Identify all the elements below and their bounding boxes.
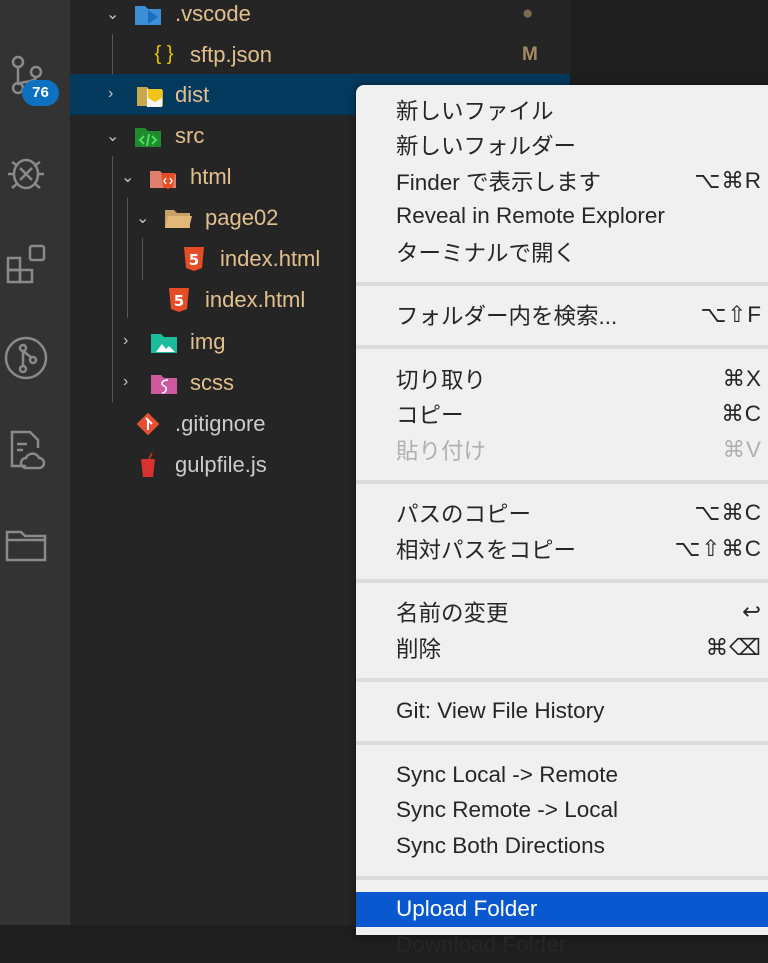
menu-shortcut: ⌘⌫ [705,634,762,660]
menu-separator [356,741,768,745]
chevron-down-icon: ⌄ [136,210,150,227]
label: page02 [205,204,279,230]
label: Sync Remote -> Local [396,797,618,823]
label: フォルダー内を検索... [396,304,618,330]
menu-separator [356,677,768,682]
label: ターミナルで開く [396,240,577,266]
label: .vscode [175,0,251,26]
activity-bar: 76 [0,0,70,925]
label: gulpfile.js [175,451,267,477]
menu-item-rename[interactable]: 名前の変更 ↩ [356,595,768,631]
label: 相対パスをコピー [396,537,577,563]
folder-icon[interactable] [4,522,48,566]
menu-item-git-file-history[interactable]: Git: View File History [356,694,768,730]
label: M [522,43,538,65]
vscode-folder-icon [134,1,162,27]
label: 名前の変更 [396,601,509,627]
menu-separator [356,479,768,484]
debug-icon[interactable] [4,150,48,194]
menu-item-copy-relative-path[interactable]: 相対パスをコピー ⌥⇧⌘C [356,531,768,567]
label: scss [190,369,234,395]
extensions-icon[interactable] [4,242,48,286]
menu-shortcut: ⌘V [722,436,762,462]
menu-shortcut: ⌥⌘C [694,500,762,526]
menu-shortcut: ↩ [742,599,762,625]
label: Download Folder [396,931,567,957]
sass-folder-icon [150,370,178,396]
menu-item-reveal-remote[interactable]: Reveal in Remote Explorer [356,199,768,235]
label: src [175,122,205,148]
menu-shortcut: ⌥⌘R [694,167,762,193]
git-graph-icon[interactable] [4,336,48,380]
chevron-down-icon: ⌄ [121,169,135,186]
chevron-right-icon: › [123,332,129,349]
menu-item-copy[interactable]: コピー ⌘C [356,397,768,433]
menu-item-sync-local-remote[interactable]: Sync Local -> Remote [356,757,768,793]
menu-shortcut: ⌥⇧F [700,302,762,328]
menu-item-copy-path[interactable]: パスのコピー ⌥⌘C [356,496,768,532]
folder-open-icon [164,205,192,231]
dist-folder-icon [136,82,164,108]
menu-item-cut[interactable]: 切り取り ⌘X [356,361,768,397]
menu-separator [356,578,768,583]
menu-shortcut: ⌥⇧⌘C [674,535,762,561]
label: Sync Both Directions [396,832,605,858]
menu-item-reveal-in-finder[interactable]: Finder で表示します ⌥⌘R [356,163,768,199]
html5-icon: 5 [180,246,208,272]
label: 新しいファイル [396,98,554,124]
label: sftp.json [190,41,272,67]
src-folder-icon [134,123,162,149]
menu-item-delete[interactable]: 削除 ⌘⌫ [356,630,768,666]
label: Reveal in Remote Explorer [396,203,665,229]
remote-explorer-icon[interactable] [4,428,48,472]
json-icon: { } [154,43,174,65]
menu-item-new-folder[interactable]: 新しいフォルダー [356,128,768,164]
html5-icon: 5 [165,287,193,313]
html-folder-icon [149,164,177,190]
menu-separator [356,281,768,286]
label: 貼り付け [396,438,487,464]
label: コピー [396,403,464,429]
label: .gitignore [175,410,266,436]
label: 新しいフォルダー [396,134,577,160]
label: ● [522,2,534,24]
label: Git: View File History [396,698,605,724]
chevron-down-icon: ⌄ [106,128,120,145]
gulp-icon [134,452,162,478]
menu-item-sync-remote-local[interactable]: Sync Remote -> Local [356,793,768,829]
svg-text:5: 5 [189,251,199,269]
menu-item-sync-both[interactable]: Sync Both Directions [356,828,768,864]
menu-item-paste: 貼り付け ⌘V [356,432,768,468]
menu-shortcut: ⌘X [722,365,762,391]
label: html [190,163,232,189]
label: パスのコピー [396,502,532,528]
label: Finder で表示します [396,169,602,195]
context-menu: 新しいファイル 新しいフォルダー Finder で表示します ⌥⌘R Reveal… [356,85,768,957]
menu-shortcut: ⌘C [721,401,762,427]
label: 削除 [396,636,442,662]
menu-item-find-in-folder[interactable]: フォルダー内を検索... ⌥⇧F [356,298,768,334]
chevron-right-icon: › [123,373,129,390]
label: Upload Folder [396,896,538,922]
label: index.html [205,286,306,312]
menu-item-download-folder[interactable]: Download Folder [356,927,768,963]
scm-badge: 76 [22,80,59,106]
menu-item-open-terminal[interactable]: ターミナルで開く [356,234,768,270]
label: Sync Local -> Remote [396,761,618,787]
label: index.html [220,245,321,271]
git-icon [134,411,162,437]
label: 切り取り [396,367,487,393]
label: img [190,328,226,354]
menu-separator [356,345,768,349]
tree-item-sftp-json[interactable]: { } sftp.json M [70,34,570,75]
menu-item-upload-folder[interactable]: Upload Folder [356,891,768,927]
image-folder-icon [150,329,178,355]
tree-item-vscode[interactable]: ⌄ .vscode ● [70,0,570,34]
chevron-down-icon: ⌄ [106,6,120,23]
svg-text:5: 5 [174,292,184,310]
label: dist [175,81,210,107]
menu-item-new-file[interactable]: 新しいファイル [356,92,768,128]
chevron-right-icon: › [108,85,114,102]
menu-separator [356,875,768,880]
